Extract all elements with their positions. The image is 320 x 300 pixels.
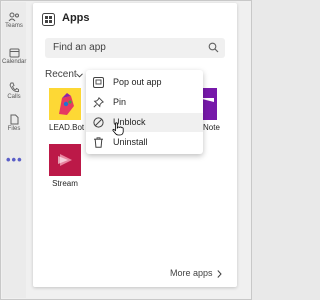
teams-icon xyxy=(8,12,19,22)
rail-item-label: Calls xyxy=(7,94,21,100)
more-apps-rail-button[interactable]: ••• xyxy=(6,152,23,167)
recent-filter-dropdown[interactable]: Recent xyxy=(45,69,77,80)
panel-title: Apps xyxy=(62,12,90,24)
rail-item-label: Calendar xyxy=(2,59,27,65)
search-input[interactable]: Find an app xyxy=(45,38,225,58)
more-apps-link[interactable]: More apps xyxy=(170,268,213,278)
pin-icon xyxy=(93,97,104,108)
app-label: Stream xyxy=(52,179,78,188)
trash-icon xyxy=(94,137,103,148)
app-rail: Teams Calendar Calls Files ••• xyxy=(2,2,26,298)
teams-window: Teams Calendar Calls Files ••• Apps Find… xyxy=(0,0,252,300)
menu-item-label: Pop out app xyxy=(113,77,162,87)
chevron-down-icon[interactable] xyxy=(76,73,83,78)
rail-item-calls[interactable]: Calls xyxy=(2,82,26,100)
menu-item-unblock[interactable]: Unblock xyxy=(86,113,203,132)
file-icon xyxy=(10,114,18,125)
app-tile-stream[interactable] xyxy=(49,144,81,176)
chevron-right-icon[interactable] xyxy=(217,270,222,278)
phone-icon xyxy=(9,82,19,93)
menu-item-pin[interactable]: Pin xyxy=(86,93,203,112)
menu-item-pop-out-app[interactable]: Pop out app xyxy=(86,73,203,92)
app-label: Note xyxy=(203,123,220,132)
rail-item-label: Teams xyxy=(5,23,23,29)
app-label: LEAD.Bot xyxy=(49,123,85,132)
stream-icon xyxy=(49,144,81,176)
apps-icon xyxy=(42,13,55,26)
menu-item-label: Pin xyxy=(113,97,127,107)
rail-item-files[interactable]: Files xyxy=(2,114,26,132)
search-placeholder: Find an app xyxy=(53,42,106,53)
menu-item-uninstall[interactable]: Uninstall xyxy=(86,133,203,152)
rail-item-label: Files xyxy=(7,126,21,132)
pop-out-icon xyxy=(93,77,104,88)
menu-item-label: Uninstall xyxy=(113,137,148,147)
lead-bot-icon xyxy=(49,88,81,120)
search-icon xyxy=(208,42,219,53)
hand-cursor-icon xyxy=(112,122,124,136)
app-context-menu: Pop out app Pin Unblock Uninstall xyxy=(86,70,203,154)
app-tile-lead-bot[interactable] xyxy=(49,88,81,120)
rail-item-calendar[interactable]: Calendar xyxy=(2,48,26,65)
calendar-icon xyxy=(9,48,19,58)
rail-item-teams[interactable]: Teams xyxy=(2,12,26,29)
unblock-icon xyxy=(93,117,104,128)
